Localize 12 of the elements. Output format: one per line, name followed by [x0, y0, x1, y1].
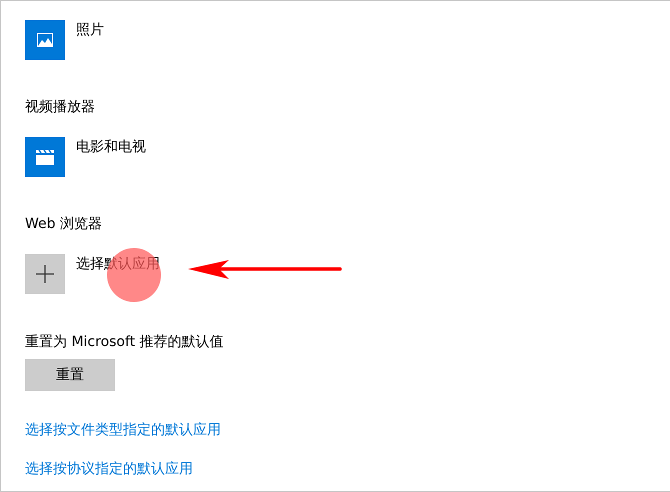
- section-heading: 视频播放器: [25, 98, 95, 117]
- default-app-item[interactable]: 选择默认应用: [25, 254, 160, 294]
- reset-label: 重置为 Microsoft 推荐的默认值: [25, 333, 224, 352]
- default-app-item[interactable]: 电影和电视: [25, 137, 146, 177]
- section-heading: Web 浏览器: [25, 215, 102, 234]
- plus-icon: [25, 254, 65, 294]
- settings-link[interactable]: 选择按协议指定的默认应用: [25, 459, 193, 479]
- reset-button[interactable]: 重置: [25, 359, 115, 391]
- default-app-item[interactable]: 照片: [25, 20, 104, 60]
- photos-icon: [25, 20, 65, 60]
- clapperboard-icon: [25, 137, 65, 177]
- settings-link[interactable]: 选择按文件类型指定的默认应用: [25, 420, 221, 440]
